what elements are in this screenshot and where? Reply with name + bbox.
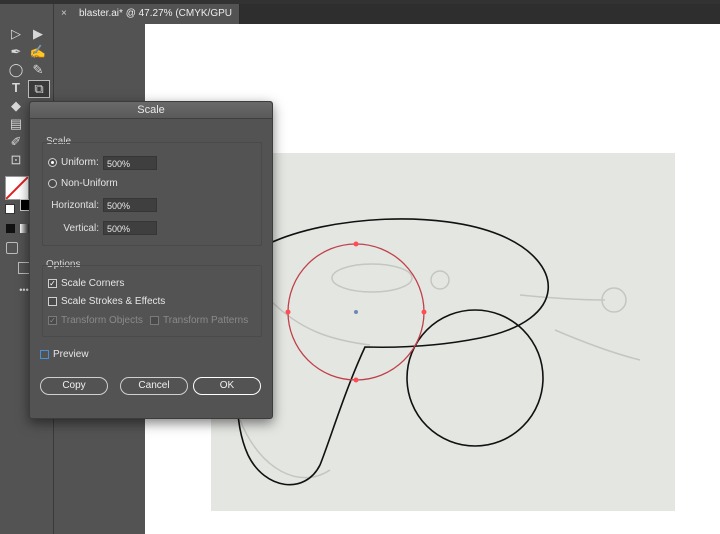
anchor-point-top[interactable] bbox=[353, 241, 359, 247]
horizontal-input[interactable]: 500% bbox=[103, 198, 157, 212]
preview-checkbox[interactable] bbox=[40, 350, 49, 359]
non-uniform-option[interactable]: Non-Uniform bbox=[48, 178, 118, 189]
scale-strokes-checkbox[interactable] bbox=[48, 297, 57, 306]
anchor-point-right[interactable] bbox=[421, 309, 427, 315]
transform-patterns-option: Transform Patterns bbox=[150, 315, 248, 326]
ok-button[interactable]: OK bbox=[193, 377, 261, 395]
uniform-option[interactable]: Uniform: bbox=[48, 157, 99, 168]
scale-corners-option[interactable]: ✓ Scale Corners bbox=[48, 278, 124, 289]
vertical-label: Vertical: bbox=[63, 223, 99, 234]
horizontal-label: Horizontal: bbox=[51, 200, 99, 211]
copy-button[interactable]: Copy bbox=[40, 377, 108, 395]
placed-sketch-image[interactable] bbox=[211, 153, 675, 511]
uniform-label: Uniform: bbox=[61, 157, 99, 168]
transform-patterns-label: Transform Patterns bbox=[163, 315, 249, 326]
preview-label: Preview bbox=[53, 349, 89, 360]
scale-strokes-option[interactable]: Scale Strokes & Effects bbox=[48, 296, 165, 307]
center-point bbox=[354, 310, 358, 314]
transform-patterns-checkbox bbox=[150, 316, 159, 325]
scale-corners-checkbox[interactable]: ✓ bbox=[48, 279, 57, 288]
vertical-input[interactable]: 500% bbox=[103, 221, 157, 235]
non-uniform-label: Non-Uniform bbox=[61, 178, 118, 189]
uniform-radio[interactable] bbox=[48, 158, 57, 167]
preview-option[interactable]: Preview bbox=[40, 349, 89, 360]
scale-strokes-label: Scale Strokes & Effects bbox=[61, 296, 166, 307]
scale-corners-label: Scale Corners bbox=[61, 278, 125, 289]
uniform-input[interactable]: 500% bbox=[103, 156, 157, 170]
anchor-point-bottom[interactable] bbox=[353, 377, 359, 383]
anchor-point-left[interactable] bbox=[285, 309, 291, 315]
transform-objects-label: Transform Objects bbox=[61, 315, 143, 326]
non-uniform-radio[interactable] bbox=[48, 179, 57, 188]
cancel-button[interactable]: Cancel bbox=[120, 377, 188, 395]
dialog-title: Scale bbox=[30, 102, 272, 119]
transform-objects-checkbox: ✓ bbox=[48, 316, 57, 325]
scale-dialog: Scale Scale Uniform: 500% Non-Uniform Ho… bbox=[29, 101, 273, 419]
transform-objects-option: ✓ Transform Objects bbox=[48, 315, 143, 326]
